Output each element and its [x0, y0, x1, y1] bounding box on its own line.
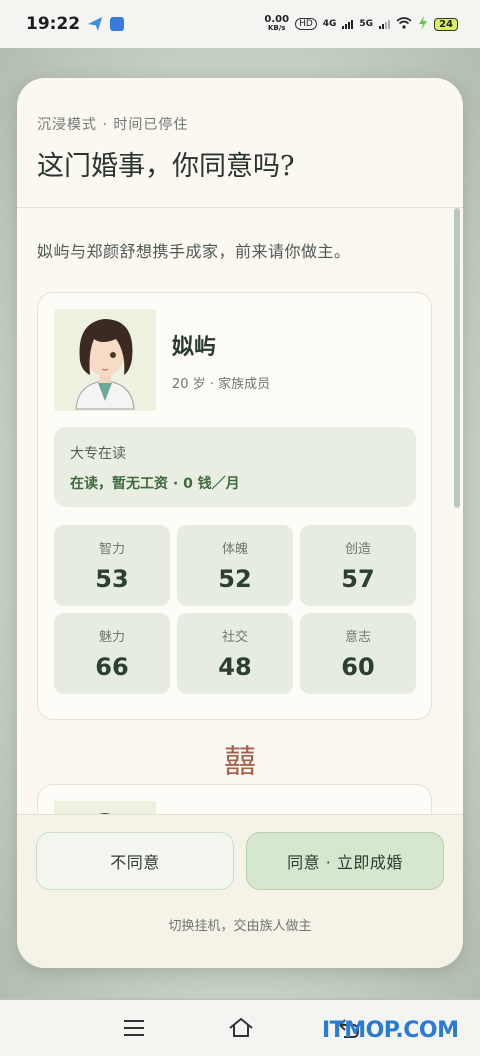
dialog-title: 这门婚事，你同意吗?	[37, 151, 295, 182]
dialog-header: 沉浸模式 · 时间已停住 这门婚事，你同意吗?	[17, 78, 463, 208]
net-speed: 0.00 KB/s	[264, 14, 290, 33]
signal-4g: 4G	[322, 19, 337, 29]
person-name: 姒屿	[172, 335, 217, 360]
stat-value: 53	[95, 565, 129, 593]
stat-tile: 创造 57	[300, 525, 416, 606]
marriage-dialog: 沉浸模式 · 时间已停住 这门婚事，你同意吗? 姒屿与郑颜舒想携手成家，前来请你…	[17, 78, 463, 968]
stat-label: 体魄	[221, 542, 248, 557]
signal-bars-icon	[342, 19, 354, 29]
avatar	[54, 309, 156, 411]
battery-icon: 24	[434, 17, 458, 31]
stat-tile: 意志 60	[300, 613, 416, 694]
scrollbar[interactable]	[454, 208, 460, 508]
stats-grid: 智力 53 体魄 52 创造 57 魅力 66 社交 48 意志 60	[54, 525, 416, 694]
hd-icon: HD	[295, 18, 317, 30]
education-box: 大专在读 在读，暂无工资 · 0 钱／月	[54, 427, 416, 507]
education-status: 大专在读	[70, 446, 126, 462]
stat-label: 意志	[344, 630, 371, 645]
app-notification-icon	[110, 17, 125, 31]
signal-bars-icon	[379, 19, 391, 29]
stat-value: 66	[95, 653, 129, 681]
partner-card	[37, 784, 432, 814]
person-card: 姒屿 20 岁 · 家族成员 大专在读 在读，暂无工资 · 0 钱／月 智力 53…	[37, 292, 432, 720]
wifi-icon	[396, 16, 412, 32]
partner-avatar	[54, 801, 156, 814]
status-time: 19:22	[26, 14, 81, 34]
dialog-intro: 姒屿与郑颜舒想携手成家，前来请你做主。	[37, 242, 351, 261]
double-happiness-symbol: 囍	[223, 742, 256, 780]
accept-button[interactable]: 同意 · 立即成婚	[246, 832, 444, 890]
stat-value: 57	[341, 565, 375, 593]
person-meta: 20 岁 · 家族成员	[172, 377, 271, 392]
stat-label: 社交	[221, 630, 248, 645]
status-bar: 19:22 0.00 KB/s HD 4G 5G 24	[0, 0, 480, 48]
home-icon[interactable]	[228, 1016, 254, 1042]
signal-5g: 5G	[359, 19, 374, 29]
dialog-footer: 不同意 同意 · 立即成婚 切换挂机，交由族人做主	[17, 814, 463, 968]
stat-tile: 体魄 52	[177, 525, 293, 606]
telegram-icon	[88, 17, 103, 31]
stat-tile: 社交 48	[177, 613, 293, 694]
stat-tile: 魅力 66	[54, 613, 170, 694]
stat-label: 创造	[344, 542, 371, 557]
stat-tile: 智力 53	[54, 525, 170, 606]
stat-label: 智力	[98, 542, 125, 557]
dialog-body[interactable]: 姒屿与郑颜舒想携手成家，前来请你做主。 姒屿 20 岁 · 家族成员 大专在读	[17, 208, 463, 814]
watermark-text: ITMOP.COM	[322, 1018, 459, 1043]
charging-icon	[418, 15, 428, 33]
reject-button[interactable]: 不同意	[36, 832, 234, 890]
stat-value: 60	[341, 653, 375, 681]
stat-label: 魅力	[98, 630, 125, 645]
stat-value: 52	[218, 565, 252, 593]
menu-icon[interactable]	[124, 1020, 144, 1036]
dialog-subtitle: 沉浸模式 · 时间已停住	[37, 117, 189, 133]
auto-mode-link[interactable]: 切换挂机，交由族人做主	[17, 915, 463, 934]
income-status: 在读，暂无工资 · 0 钱／月	[70, 476, 240, 492]
stat-value: 48	[218, 653, 252, 681]
